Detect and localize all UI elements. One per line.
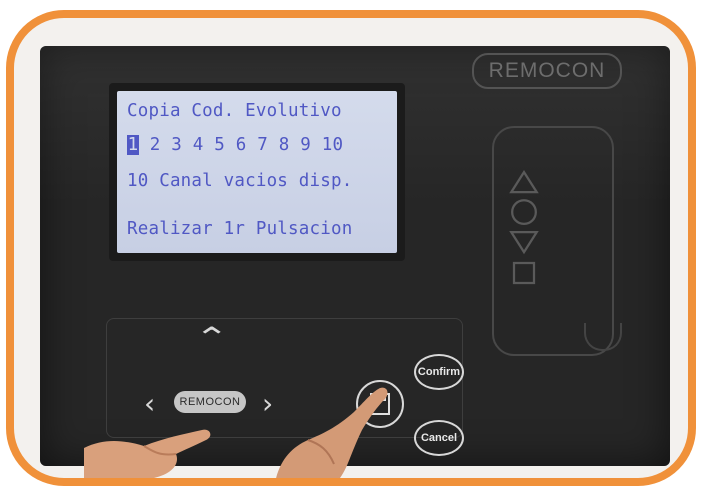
right-hand-image bbox=[276, 387, 388, 478]
remote-icon-group bbox=[509, 169, 539, 285]
photo-frame: REMOCON Copia Cod. Evolutivo 1 2 3 4 5 6… bbox=[6, 10, 696, 486]
lcd-line-instruction: Realizar 1r Pulsacion bbox=[127, 219, 353, 239]
lcd-line-channels: 1 2 3 4 5 6 7 8 9 10 bbox=[127, 135, 343, 155]
lcd-line-title: Copia Cod. Evolutivo bbox=[127, 101, 342, 121]
channel-3: 3 bbox=[171, 135, 182, 155]
remote-triangle-down-icon bbox=[509, 230, 539, 255]
lcd-display: Copia Cod. Evolutivo 1 2 3 4 5 6 7 8 9 1… bbox=[109, 83, 405, 261]
remote-circle-icon bbox=[511, 199, 537, 226]
remote-triangle-up-icon bbox=[509, 169, 539, 194]
left-hand-image bbox=[84, 429, 211, 478]
channel-6: 6 bbox=[235, 135, 247, 155]
cancel-button[interactable]: Cancel bbox=[414, 420, 464, 456]
channel-7: 7 bbox=[257, 135, 268, 155]
channel-9: 9 bbox=[300, 135, 311, 155]
channel-2: 2 bbox=[149, 135, 161, 155]
up-arrow-icon[interactable]: ⌃ bbox=[194, 324, 229, 352]
brand-logo-top: REMOCON bbox=[472, 53, 622, 89]
channel-10: 10 bbox=[321, 135, 344, 155]
channel-4: 4 bbox=[192, 135, 204, 155]
channel-5: 5 bbox=[214, 135, 225, 155]
confirm-button[interactable]: Confirm bbox=[414, 354, 464, 390]
remote-square-icon bbox=[512, 261, 536, 285]
lcd-line-available: 10 Canal vacios disp. bbox=[127, 171, 353, 191]
channel-8: 8 bbox=[278, 135, 290, 155]
lcd-screen: Copia Cod. Evolutivo 1 2 3 4 5 6 7 8 9 1… bbox=[117, 91, 397, 253]
channel-selected: 1 bbox=[127, 135, 139, 155]
